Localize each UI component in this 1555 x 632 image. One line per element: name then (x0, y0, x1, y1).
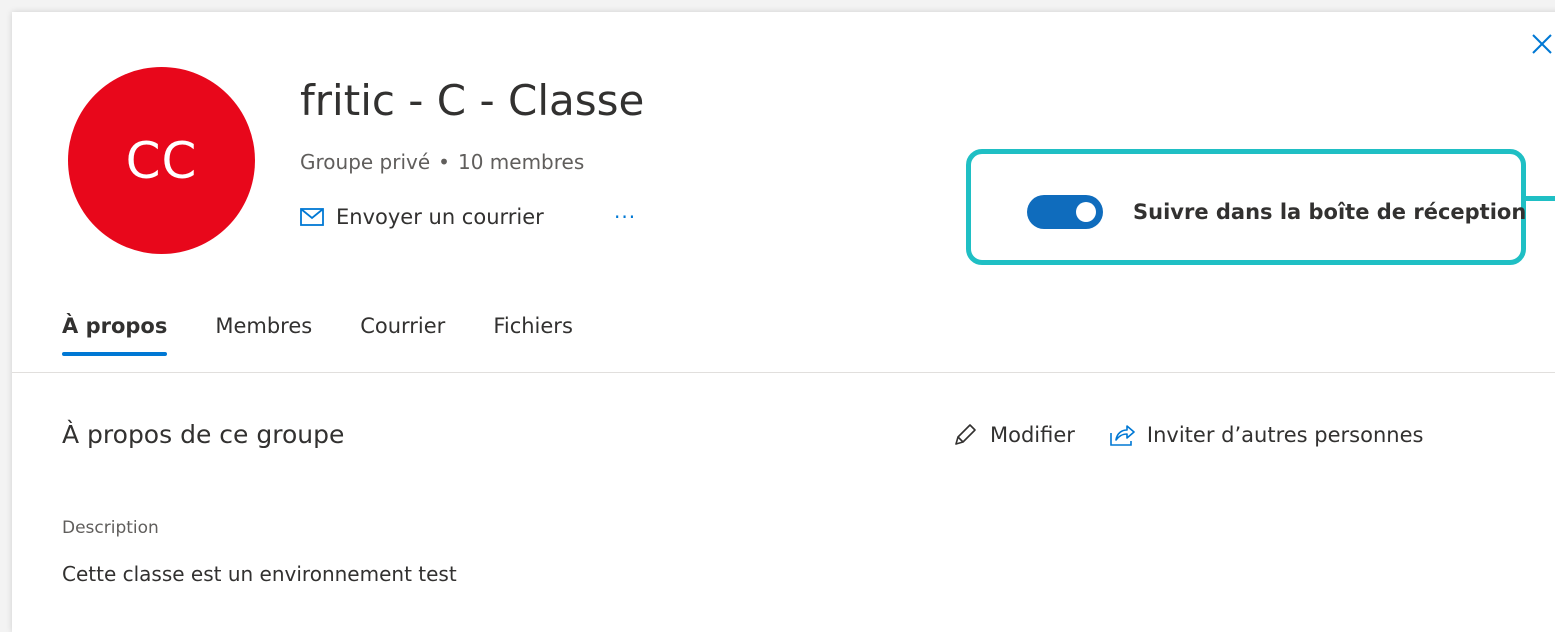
edit-button[interactable]: Modifier (952, 422, 1075, 448)
toggle-knob (1076, 202, 1096, 222)
group-tabs: À propos Membres Courrier Fichiers (62, 314, 573, 356)
group-type: Groupe privé (300, 150, 431, 174)
group-avatar: CC (68, 67, 255, 254)
follow-in-inbox-label: Suivre dans la boîte de réception (1133, 200, 1527, 224)
more-options-button[interactable]: ··· (614, 205, 636, 229)
tab-files[interactable]: Fichiers (493, 314, 573, 356)
invite-others-button[interactable]: Inviter d’autres personnes (1109, 422, 1424, 448)
about-actions: Modifier Inviter d’autres personnes (952, 422, 1423, 448)
share-icon (1110, 425, 1135, 446)
close-icon[interactable] (1528, 30, 1555, 58)
description-text: Cette classe est un environnement test (62, 562, 457, 586)
tabs-divider (12, 372, 1555, 373)
description-label: Description (62, 518, 159, 538)
invite-others-label: Inviter d’autres personnes (1146, 423, 1424, 447)
avatar-initials: CC (125, 131, 198, 190)
tab-mail[interactable]: Courrier (360, 314, 445, 356)
tab-about[interactable]: À propos (62, 314, 168, 356)
follow-in-inbox-toggle[interactable] (1027, 195, 1103, 229)
group-meta: Groupe privé • 10 membres (300, 150, 584, 174)
send-mail-label: Envoyer un courrier (336, 205, 544, 229)
mail-icon (300, 208, 324, 226)
about-section-title: À propos de ce groupe (62, 420, 345, 449)
meta-separator: • (438, 150, 450, 174)
edit-label: Modifier (990, 423, 1075, 447)
pencil-icon (955, 424, 976, 445)
highlight-connector (1526, 196, 1555, 201)
follow-in-inbox-row: Suivre dans la boîte de réception (1027, 195, 1526, 229)
send-mail-button[interactable]: Envoyer un courrier (300, 205, 544, 229)
tab-members[interactable]: Membres (215, 314, 312, 356)
member-count[interactable]: 10 membres (458, 150, 584, 174)
group-title: fritic - C - Classe (300, 76, 645, 125)
